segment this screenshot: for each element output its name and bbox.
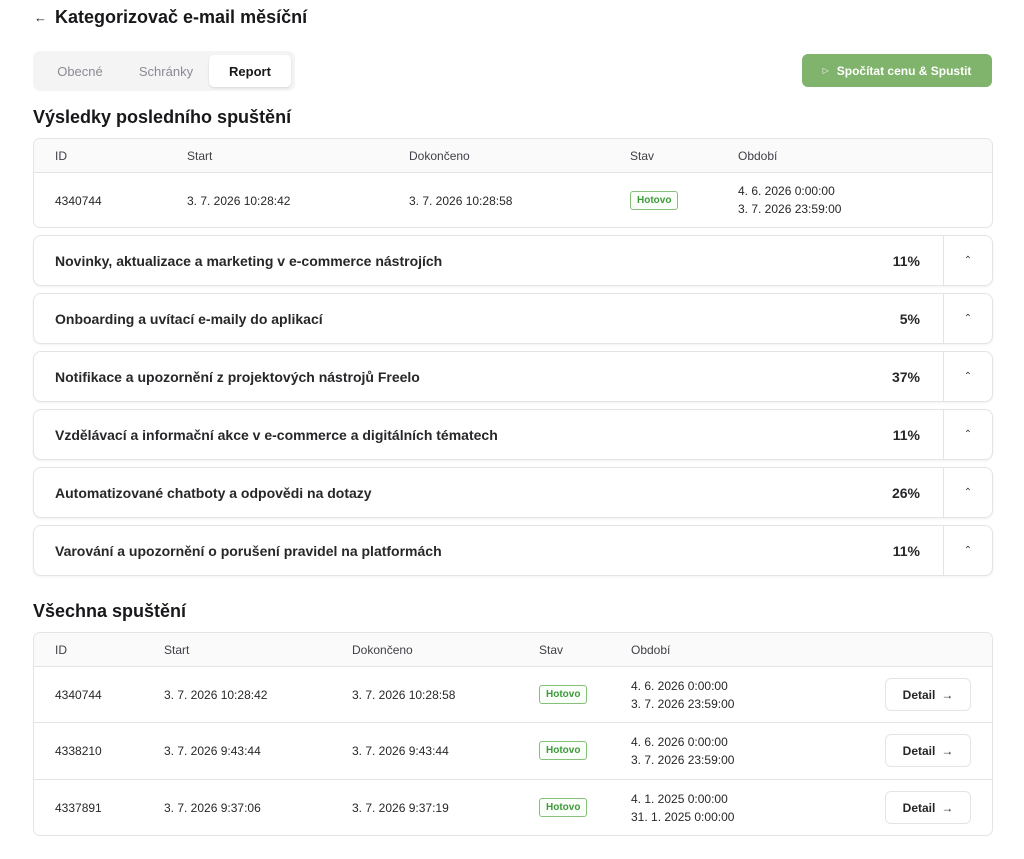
run-finished: 3. 7. 2026 9:37:19: [352, 801, 449, 815]
category-percent: 37%: [891, 369, 920, 385]
table-row: 4340744 3. 7. 2026 10:28:42 3. 7. 2026 1…: [34, 173, 992, 227]
status-badge: Hotovo: [539, 741, 588, 760]
run-period: 4. 6. 2026 0:00:00 3. 7. 2026 23:59:00: [631, 733, 734, 769]
table-header: ID Start Dokončeno Stav Období: [34, 633, 992, 667]
period-from: 4. 6. 2026 0:00:00: [738, 184, 835, 198]
category-label: Varování a upozornění o porušení pravide…: [55, 543, 442, 559]
table-header: ID Start Dokončeno Stav Období: [34, 139, 992, 173]
run-id: 4338210: [55, 744, 102, 758]
arrow-left-icon[interactable]: ←: [34, 11, 47, 24]
table-row: 4340744 3. 7. 2026 10:28:42 3. 7. 2026 1…: [34, 667, 992, 723]
column-header-finished: Dokončeno: [352, 643, 413, 657]
chevron-up-icon[interactable]: ⌃: [943, 526, 992, 575]
period-from: 4. 6. 2026 0:00:00: [631, 735, 728, 749]
category-percent: 11%: [892, 543, 920, 559]
column-header-id: ID: [55, 149, 67, 163]
category-percent: 11%: [892, 253, 920, 269]
period-to: 31. 1. 2025 0:00:00: [631, 810, 735, 824]
chevron-up-icon[interactable]: ⌃: [943, 352, 992, 401]
column-header-id: ID: [55, 643, 67, 657]
run-finished: 3. 7. 2026 10:28:58: [409, 194, 513, 208]
run-button-label: Spočítat cenu & Spustit: [836, 63, 972, 78]
tab-schranky[interactable]: Schránky: [123, 55, 209, 87]
chevron-up-icon[interactable]: ⌃: [943, 236, 992, 285]
detail-button[interactable]: Detail →: [885, 734, 971, 767]
period-to: 3. 7. 2026 23:59:00: [738, 202, 842, 216]
column-header-period: Období: [631, 643, 671, 657]
category-item[interactable]: Novinky, aktualizace a marketing v e-com…: [33, 235, 993, 286]
run-start: 3. 7. 2026 10:28:42: [164, 688, 268, 702]
tab-bar: Obecné Schránky Report: [33, 51, 295, 91]
run-id: 4340744: [55, 194, 102, 208]
run-period: 4. 6. 2026 0:00:00 3. 7. 2026 23:59:00: [738, 182, 841, 218]
arrow-right-icon: →: [941, 687, 954, 702]
category-label: Notifikace a upozornění z projektových n…: [55, 369, 420, 385]
column-header-start: Start: [164, 643, 190, 657]
calculate-and-run-button[interactable]: ▷ Spočítat cenu & Spustit: [802, 54, 992, 87]
category-percent: 11%: [892, 427, 920, 443]
table-row: 4337891 3. 7. 2026 9:37:06 3. 7. 2026 9:…: [34, 780, 992, 835]
category-label: Onboarding a uvítací e-maily do aplikací: [55, 311, 323, 327]
chevron-up-icon[interactable]: ⌃: [943, 410, 992, 459]
run-period: 4. 6. 2026 0:00:00 3. 7. 2026 23:59:00: [631, 677, 734, 713]
category-label: Vzdělávací a informační akce v e-commerc…: [55, 427, 498, 443]
status-badge: Hotovo: [630, 191, 679, 210]
category-item[interactable]: Vzdělávací a informační akce v e-commerc…: [33, 409, 993, 460]
category-label: Automatizované chatboty a odpovědi na do…: [55, 485, 372, 501]
column-header-status: Stav: [539, 643, 564, 657]
run-id: 4337891: [55, 801, 102, 815]
page-title: Kategorizovač e-mail měsíční: [55, 6, 308, 27]
chevron-up-icon[interactable]: ⌃: [943, 294, 992, 343]
category-percent: 26%: [891, 485, 920, 501]
category-item[interactable]: Automatizované chatboty a odpovědi na do…: [33, 467, 993, 518]
status-badge: Hotovo: [539, 798, 588, 817]
chevron-up-icon[interactable]: ⌃: [943, 468, 992, 517]
detail-button[interactable]: Detail →: [885, 678, 971, 711]
category-item[interactable]: Onboarding a uvítací e-maily do aplikací…: [33, 293, 993, 344]
status-badge: Hotovo: [539, 685, 588, 704]
column-header-period: Období: [738, 149, 778, 163]
arrow-right-icon: →: [941, 800, 954, 815]
page-header: ← Kategorizovač e-mail měsíční: [34, 6, 307, 28]
tab-obecne[interactable]: Obecné: [37, 55, 123, 87]
run-finished: 3. 7. 2026 10:28:58: [352, 688, 456, 702]
period-to: 3. 7. 2026 23:59:00: [631, 697, 735, 711]
column-header-start: Start: [187, 149, 213, 163]
period-from: 4. 6. 2026 0:00:00: [631, 679, 728, 693]
run-start: 3. 7. 2026 9:43:44: [164, 744, 261, 758]
run-start: 3. 7. 2026 10:28:42: [187, 194, 291, 208]
category-label: Novinky, aktualizace a marketing v e-com…: [55, 253, 443, 269]
all-runs-title: Všechna spuštění: [33, 601, 187, 621]
run-period: 4. 1. 2025 0:00:00 31. 1. 2025 0:00:00: [631, 790, 734, 826]
play-icon: ▷: [822, 66, 829, 75]
all-runs-table: ID Start Dokončeno Stav Období 4340744 3…: [33, 632, 993, 836]
column-header-finished: Dokončeno: [409, 149, 470, 163]
table-row: 4338210 3. 7. 2026 9:43:44 3. 7. 2026 9:…: [34, 723, 992, 780]
arrow-right-icon: →: [941, 743, 954, 758]
run-start: 3. 7. 2026 9:37:06: [164, 801, 261, 815]
last-run-table: ID Start Dokončeno Stav Období 4340744 3…: [33, 138, 993, 228]
last-run-title: Výsledky posledního spuštění: [33, 107, 292, 127]
period-from: 4. 1. 2025 0:00:00: [631, 792, 728, 806]
category-item[interactable]: Varování a upozornění o porušení pravide…: [33, 525, 993, 576]
detail-button-label: Detail: [902, 687, 936, 702]
run-id: 4340744: [55, 688, 102, 702]
column-header-status: Stav: [630, 149, 655, 163]
run-finished: 3. 7. 2026 9:43:44: [352, 744, 449, 758]
detail-button-label: Detail: [902, 800, 936, 815]
category-item[interactable]: Notifikace a upozornění z projektových n…: [33, 351, 993, 402]
detail-button[interactable]: Detail →: [885, 791, 971, 824]
period-to: 3. 7. 2026 23:59:00: [631, 753, 735, 767]
detail-button-label: Detail: [902, 743, 936, 758]
category-percent: 5%: [899, 311, 920, 327]
tab-report[interactable]: Report: [209, 55, 291, 87]
